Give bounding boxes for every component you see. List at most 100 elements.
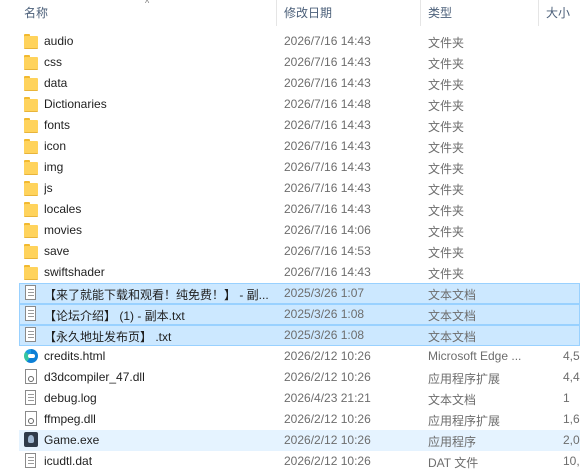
dll-file-icon (24, 411, 40, 427)
file-type: 文件夹 (428, 57, 465, 71)
file-type: 文件夹 (428, 204, 465, 218)
file-name: Dictionaries (44, 97, 107, 111)
file-name: icudtl.dat (44, 454, 93, 468)
file-row[interactable]: Game.exe 2026/2/12 10:26 应用程序 2,0 (19, 430, 580, 451)
file-row[interactable]: 【来了就能下载和观看！纯免费！】 - 副... 2025/3/26 1:07 文本文… (19, 283, 580, 304)
column-header-size[interactable]: 大小 (546, 4, 570, 21)
file-row[interactable]: icudtl.dat 2026/2/12 10:26 DAT 文件 10,2 (19, 451, 580, 472)
file-size: 2,0 (563, 433, 580, 447)
folder-icon (24, 96, 40, 112)
file-date: 2026/7/16 14:43 (284, 181, 371, 195)
file-name: img (44, 160, 64, 174)
text-file-icon (24, 285, 40, 301)
file-type: 文件夹 (428, 162, 465, 176)
file-row[interactable]: audio 2026/7/16 14:43 文件夹 (19, 31, 580, 52)
column-header-date[interactable]: 修改日期 (284, 4, 332, 21)
folder-icon (24, 159, 40, 175)
file-name: css (44, 55, 62, 69)
folder-icon (24, 54, 40, 70)
file-type: 文件夹 (428, 78, 465, 92)
column-header-type[interactable]: 类型 (428, 4, 452, 21)
file-date: 2026/7/16 14:43 (284, 265, 371, 279)
sort-ascending-icon: ^ (145, 0, 150, 8)
column-header-name[interactable]: 名称 (24, 4, 48, 21)
file-row[interactable]: d3dcompiler_47.dll 2026/2/12 10:26 应用程序扩展 4… (19, 367, 580, 388)
file-type: Microsoft Edge ... (428, 349, 522, 363)
file-date: 2026/7/16 14:43 (284, 34, 371, 48)
file-row[interactable]: css 2026/7/16 14:43 文件夹 (19, 52, 580, 73)
folder-icon (24, 75, 40, 91)
file-name: debug.log (44, 391, 97, 405)
file-name: movies (44, 223, 83, 237)
file-date: 2026/2/12 10:26 (284, 433, 371, 447)
file-date: 2025/3/26 1:07 (284, 286, 365, 300)
file-name: js (44, 181, 53, 195)
file-date: 2026/2/12 10:26 (284, 454, 371, 468)
column-divider[interactable] (538, 0, 539, 26)
file-type: 文件夹 (428, 141, 465, 155)
file-row[interactable]: 【论坛介绍】 (1) - 副本.txt 2025/3/26 1:08 文本文档 (19, 304, 580, 325)
folder-icon (24, 264, 40, 280)
file-row[interactable]: img 2026/7/16 14:43 文件夹 (19, 157, 580, 178)
file-name: icon (44, 139, 67, 153)
file-date: 2026/2/12 10:26 (284, 349, 371, 363)
file-row[interactable]: swiftshader 2026/7/16 14:43 文件夹 (19, 262, 580, 283)
game-exe-icon (24, 432, 40, 448)
file-size: 1 (563, 391, 570, 405)
file-date: 2026/7/16 14:53 (284, 244, 371, 258)
file-name: Game.exe (44, 433, 100, 447)
file-name: credits.html (44, 349, 106, 363)
file-type: 应用程序扩展 (428, 372, 501, 386)
file-name: 【永久地址发布页】 .txt (44, 330, 172, 344)
file-name: save (44, 244, 70, 258)
edge-html-icon (24, 348, 40, 364)
file-name: ffmpeg.dll (44, 412, 96, 426)
file-type: 文本文档 (428, 309, 477, 323)
column-divider[interactable] (420, 0, 421, 26)
file-row[interactable]: credits.html 2026/2/12 10:26 Microsoft Edg… (19, 346, 580, 367)
file-date: 2026/2/12 10:26 (284, 370, 371, 384)
file-size: 1,6 (563, 412, 580, 426)
file-row[interactable]: js 2026/7/16 14:43 文件夹 (19, 178, 580, 199)
file-name: swiftshader (44, 265, 105, 279)
file-date: 2026/7/16 14:43 (284, 139, 371, 153)
file-size: 10,2 (563, 454, 580, 468)
file-row[interactable]: fonts 2026/7/16 14:43 文件夹 (19, 115, 580, 136)
file-date: 2026/7/16 14:43 (284, 160, 371, 174)
file-date: 2026/7/16 14:06 (284, 223, 371, 237)
file-row[interactable]: icon 2026/7/16 14:43 文件夹 (19, 136, 580, 157)
file-name: 【来了就能下载和观看！纯免费！】 - 副... (44, 288, 269, 302)
file-row[interactable]: data 2026/7/16 14:43 文件夹 (19, 73, 580, 94)
file-name: d3dcompiler_47.dll (44, 370, 145, 384)
file-row[interactable]: 【永久地址发布页】 .txt 2025/3/26 1:08 文本文档 (19, 325, 580, 346)
file-date: 2026/7/16 14:43 (284, 202, 371, 216)
text-file-icon (24, 327, 40, 343)
text-file-icon (24, 390, 40, 406)
file-type: DAT 文件 (428, 456, 479, 470)
dll-file-icon (24, 369, 40, 385)
folder-icon (24, 201, 40, 217)
file-type: 应用程序扩展 (428, 414, 501, 428)
file-type: 文件夹 (428, 225, 465, 239)
file-row[interactable]: ffmpeg.dll 2026/2/12 10:26 应用程序扩展 1,6 (19, 409, 580, 430)
file-size: 4,4 (563, 370, 580, 384)
file-row[interactable]: locales 2026/7/16 14:43 文件夹 (19, 199, 580, 220)
file-type: 文本文档 (428, 393, 477, 407)
file-date: 2025/3/26 1:08 (284, 328, 365, 342)
file-row[interactable]: save 2026/7/16 14:53 文件夹 (19, 241, 580, 262)
column-divider[interactable] (276, 0, 277, 26)
file-date: 2026/7/16 14:43 (284, 118, 371, 132)
file-name: locales (44, 202, 82, 216)
file-date: 2025/3/26 1:08 (284, 307, 365, 321)
file-row[interactable]: Dictionaries 2026/7/16 14:48 文件夹 (19, 94, 580, 115)
file-type: 文件夹 (428, 99, 465, 113)
file-row[interactable]: debug.log 2026/4/23 21:21 文本文档 1 (19, 388, 580, 409)
file-type: 应用程序 (428, 435, 477, 449)
file-type: 文件夹 (428, 246, 465, 260)
file-type: 文件夹 (428, 183, 465, 197)
folder-icon (24, 243, 40, 259)
file-type: 文本文档 (428, 330, 477, 344)
file-type: 文件夹 (428, 267, 465, 281)
file-date: 2026/7/16 14:48 (284, 97, 371, 111)
file-row[interactable]: movies 2026/7/16 14:06 文件夹 (19, 220, 580, 241)
